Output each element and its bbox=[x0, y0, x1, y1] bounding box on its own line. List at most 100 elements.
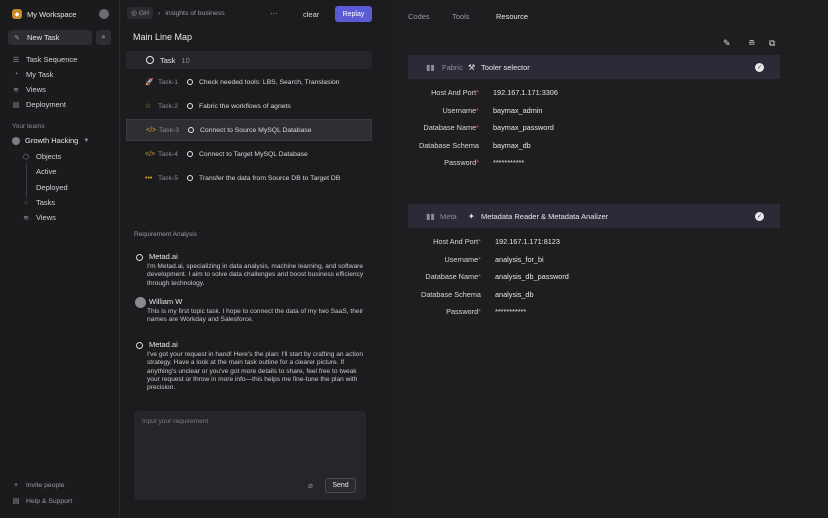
team-item-views[interactable]: ≋ Views bbox=[22, 213, 56, 222]
status-circle-icon bbox=[187, 103, 193, 109]
field-value[interactable]: analysis_db_password bbox=[495, 272, 569, 281]
grid-icon: ⁘ bbox=[23, 199, 29, 207]
sidebar: ◆ My Workspace ✎ New Task ⌕ ☰ Task Sequen… bbox=[0, 0, 120, 518]
team-item-active[interactable]: Active bbox=[36, 167, 56, 176]
code-icon: </> bbox=[145, 150, 156, 158]
layers-icon: ≋ bbox=[13, 86, 19, 94]
field-label-text: Password bbox=[444, 158, 477, 167]
workspace-switcher[interactable]: ◆ My Workspace bbox=[12, 9, 76, 19]
edit-icon[interactable]: ✎ bbox=[723, 38, 731, 49]
task-text: Connect to Target MySQL Database bbox=[199, 150, 308, 158]
task-row[interactable]: 🚀 Task-1 Check needed tools: LBS, Search, … bbox=[126, 71, 372, 93]
field-label: Username* bbox=[411, 255, 481, 264]
field-value[interactable]: baymax_password bbox=[493, 123, 554, 132]
bot-icon bbox=[136, 342, 143, 349]
nav-item-views[interactable]: ≋ Views bbox=[12, 85, 46, 94]
required-marker: * bbox=[478, 307, 481, 316]
send-button[interactable]: Send bbox=[325, 478, 356, 493]
search-button[interactable]: ⌕ bbox=[96, 30, 111, 45]
task-text: Transfer the data from Source DB to Targ… bbox=[199, 174, 341, 182]
team-item-deployed[interactable]: Deployed bbox=[36, 183, 68, 192]
field-label-text: Database Name bbox=[423, 123, 477, 132]
field-label-text: Database Schema bbox=[420, 289, 481, 299]
card-name: Tooler selector bbox=[481, 62, 530, 72]
clear-button[interactable]: clear bbox=[303, 10, 319, 19]
check-icon: ✓ bbox=[755, 62, 764, 72]
workspace-logo: ◆ bbox=[12, 9, 22, 19]
field-label: Database Name* bbox=[409, 123, 479, 132]
field-value[interactable]: analysis_for_bi bbox=[495, 255, 544, 264]
bar-chart-icon: ▮▮ bbox=[426, 211, 435, 221]
team-growth-hacking[interactable]: Growth Hacking ▼ bbox=[12, 136, 89, 145]
field-label: Password* bbox=[411, 307, 481, 316]
resource-card-meta[interactable]: ▮▮ Meta ✦ Metadata Reader & Metadata Ana… bbox=[408, 204, 780, 228]
message-author: Metad.ai bbox=[149, 340, 178, 349]
task-row[interactable]: ••• Task-5 Transfer the data from Source D… bbox=[126, 167, 372, 189]
book-icon: ▤ bbox=[12, 498, 20, 505]
breadcrumb-root-label: GH bbox=[138, 10, 150, 17]
field-value[interactable]: 192.167.1.171:3306 bbox=[493, 88, 558, 97]
field-value[interactable]: *********** bbox=[495, 307, 526, 316]
check-icon: ✓ bbox=[755, 211, 764, 221]
field-value[interactable]: 192.167.1.171:8123 bbox=[495, 237, 560, 246]
task-id: Task-3 bbox=[159, 126, 180, 134]
field-value[interactable]: analysis_db bbox=[495, 290, 534, 299]
more-icon[interactable]: ⋯ bbox=[270, 9, 278, 18]
requirement-input[interactable]: Input your requirement ⌀ Send bbox=[134, 411, 366, 500]
requirement-analysis-title: Requirement Analysis bbox=[134, 231, 197, 238]
puzzle-icon: ✦ bbox=[468, 211, 475, 221]
tab-resource[interactable]: Resource bbox=[496, 12, 528, 21]
card-type: Fabric bbox=[442, 62, 463, 72]
book-icon: ▤ bbox=[12, 101, 20, 109]
tab-codes[interactable]: Codes bbox=[408, 12, 430, 21]
task-header[interactable]: Task 10 bbox=[126, 51, 372, 69]
nav-item-my-task[interactable]: ◔ My Task bbox=[12, 70, 54, 79]
tab-tools[interactable]: Tools bbox=[452, 12, 470, 21]
team-item-tasks[interactable]: ⁘ Tasks bbox=[22, 198, 55, 207]
field-value[interactable]: baymax_admin bbox=[493, 106, 542, 115]
resource-card-fabric[interactable]: ▮▮ Fabric ⚒ Tooler selector ✓ bbox=[408, 55, 780, 79]
field-value[interactable]: *********** bbox=[493, 158, 524, 167]
required-marker: * bbox=[476, 88, 479, 97]
field-label: Password* bbox=[409, 158, 479, 167]
team-item-label: Active bbox=[36, 167, 57, 176]
team-item-objects[interactable]: ⬡ Objects bbox=[22, 152, 62, 161]
database-icon[interactable]: ≘ bbox=[748, 38, 756, 49]
dots-icon: ••• bbox=[145, 174, 153, 182]
nav-label: My Task bbox=[26, 70, 54, 79]
nav-item-task-sequence[interactable]: ☰ Task Sequence bbox=[12, 55, 77, 64]
task-id: Task-1 bbox=[158, 78, 179, 86]
user-icon: ◔ bbox=[13, 71, 19, 78]
copy-icon[interactable]: ⧉ bbox=[769, 38, 775, 49]
user-avatar[interactable] bbox=[99, 9, 109, 19]
field-value[interactable]: baymax_db bbox=[493, 141, 531, 150]
nav-item-deployment[interactable]: ▤ Deployment bbox=[12, 100, 66, 109]
replay-button[interactable]: Replay bbox=[335, 6, 372, 22]
invite-people-link[interactable]: + Invite people bbox=[12, 481, 65, 489]
nav-label: Views bbox=[26, 85, 46, 94]
invite-label: Invite people bbox=[26, 481, 65, 489]
task-count: 10 bbox=[181, 55, 190, 65]
breadcrumb-page[interactable]: insights of business bbox=[165, 10, 224, 17]
field-label: Database Schema bbox=[409, 141, 479, 150]
team-avatar bbox=[12, 136, 20, 145]
cube-icon: ⬡ bbox=[22, 153, 30, 161]
task-row[interactable]: ☆ Task-2 Fabric the workflows of agnets bbox=[126, 95, 372, 117]
team-item-label: Views bbox=[36, 213, 56, 222]
new-task-button[interactable]: ✎ New Task bbox=[8, 30, 92, 45]
required-marker: * bbox=[476, 123, 479, 132]
task-text: Fabric the workflows of agnets bbox=[199, 102, 291, 110]
search-icon: ⌕ bbox=[101, 33, 106, 41]
task-row[interactable]: </> Task-4 Connect to Target MySQL Databas… bbox=[126, 143, 372, 165]
field-label-text: Password bbox=[446, 307, 479, 316]
message-author: Metad.ai bbox=[149, 252, 178, 261]
edit-icon: ✎ bbox=[14, 34, 20, 42]
help-support-link[interactable]: ▤ Help & Support bbox=[12, 497, 72, 506]
message-text: This is my first topic task. I hope to c… bbox=[147, 308, 364, 324]
required-marker: * bbox=[476, 158, 479, 167]
task-row[interactable]: </> Task-3 Connect to Source MySQL Databas… bbox=[126, 119, 372, 141]
breadcrumb-root[interactable]: ◎ GH bbox=[127, 7, 154, 19]
team-item-label: Deployed bbox=[36, 183, 68, 192]
chevron-right-icon: › bbox=[158, 9, 161, 17]
attach-icon[interactable]: ⌀ bbox=[308, 481, 313, 490]
